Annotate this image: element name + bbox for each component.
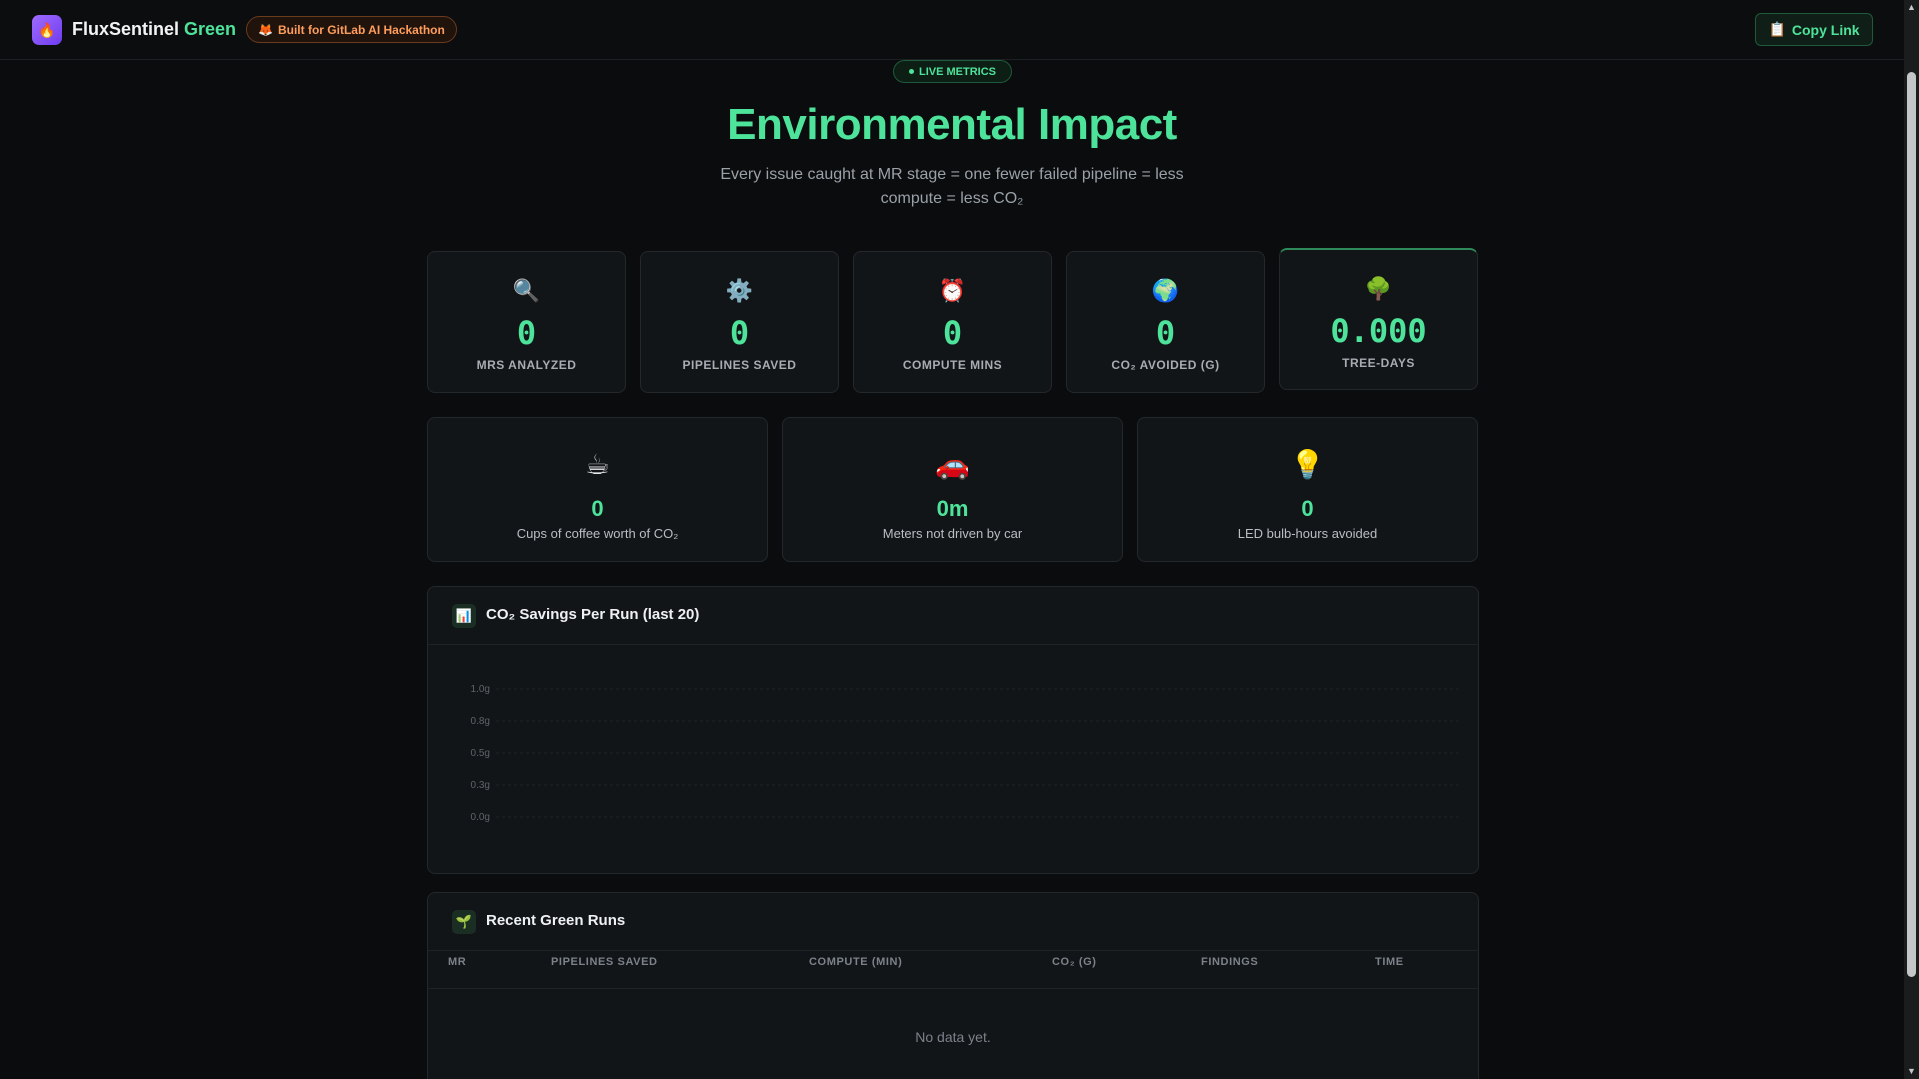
live-metrics-badge: LIVE METRICS	[893, 60, 1012, 83]
gear-icon: ⚙️	[725, 278, 754, 303]
live-metrics-label: LIVE METRICS	[918, 65, 996, 78]
globe-icon: 🌍	[1151, 278, 1180, 303]
stat-label: MRS ANALYZED	[476, 358, 577, 372]
stat-value: 0	[516, 314, 537, 352]
column-header-findings[interactable]: FINDINGS	[1201, 956, 1258, 968]
lightbulb-icon: 💡	[1290, 449, 1325, 480]
equiv-label: LED bulb-hours avoided	[1237, 526, 1378, 541]
scrollbar-thumb[interactable]	[1907, 72, 1916, 977]
fox-icon: 🦊	[258, 22, 273, 37]
brand-name[interactable]: FluxSentinel Green	[72, 19, 236, 40]
co2-chart-panel: 📊 CO₂ Savings Per Run (last 20) 0.0g 0.3g…	[427, 586, 1479, 874]
stat-card-co2-avoided: 🌍 0 CO₂ AVOIDED (G)	[1066, 251, 1265, 393]
equiv-card-car: 🚗 0m Meters not driven by car	[782, 417, 1123, 562]
recent-runs-panel: 🌱 Recent Green Runs MR PIPELINES SAVED C…	[427, 892, 1479, 1079]
tree-icon: 🌳	[1364, 276, 1393, 301]
magnifier-icon: 🔍	[512, 278, 541, 303]
equiv-label: Cups of coffee worth of CO₂	[516, 526, 679, 541]
stat-card-tree-days: 🌳 0.000 TREE-DAYS	[1279, 248, 1478, 390]
stat-card-compute-mins: ⏰ 0 COMPUTE MINS	[853, 251, 1052, 393]
copy-link-label: Copy Link	[1791, 21, 1860, 38]
clipboard-icon: 📋	[1768, 21, 1786, 37]
column-header-pipelines-saved[interactable]: PIPELINES SAVED	[551, 956, 658, 968]
copy-link-button[interactable]: 📋 Copy Link	[1755, 13, 1873, 46]
stat-value: 0.000	[1330, 312, 1427, 350]
empty-table-message: No data yet.	[915, 1029, 991, 1045]
scroll-up-arrow-icon[interactable]: ▲	[1906, 2, 1917, 13]
y-tick-label: 0.0g	[471, 812, 490, 823]
column-header-co2[interactable]: CO₂ (G)	[1052, 956, 1097, 968]
stat-label: PIPELINES SAVED	[682, 358, 797, 372]
equiv-label: Meters not driven by car	[882, 526, 1023, 541]
car-icon: 🚗	[935, 449, 970, 480]
runs-panel-header: 🌱 Recent Green Runs	[428, 893, 1478, 951]
column-header-time[interactable]: TIME	[1375, 956, 1404, 968]
stat-value: 0	[1155, 314, 1176, 352]
equiv-card-coffee: ☕ 0 Cups of coffee worth of CO₂	[427, 417, 768, 562]
brand-main: FluxSentinel	[72, 19, 180, 39]
equiv-value: 0	[591, 496, 604, 521]
flame-icon: 🔥	[38, 21, 56, 38]
equiv-value: 0	[1301, 496, 1314, 521]
stat-label: COMPUTE MINS	[902, 358, 1003, 372]
y-tick-label: 1.0g	[471, 684, 490, 695]
equiv-value: 0m	[936, 496, 969, 521]
table-header-divider	[428, 988, 1478, 989]
co2-savings-chart: 0.0g 0.3g 0.5g 0.8g 1.0g	[471, 684, 1458, 823]
bar-chart-icon: 📊	[452, 604, 476, 628]
brand-accent: Green	[184, 19, 237, 39]
page-subtitle: Every issue caught at MR stage = one few…	[720, 166, 1184, 207]
top-bar: 🔥 FluxSentinel Green 🦊 Built for GitLab …	[0, 0, 1904, 60]
equiv-card-led: 💡 0 LED bulb-hours avoided	[1137, 417, 1478, 562]
hackathon-badge: 🦊 Built for GitLab AI Hackathon	[246, 16, 457, 43]
alarm-clock-icon: ⏰	[938, 278, 967, 303]
scroll-down-arrow-icon[interactable]: ▼	[1906, 1066, 1917, 1077]
column-header-mr[interactable]: MR	[448, 956, 466, 968]
stat-card-pipelines-saved: ⚙️ 0 PIPELINES SAVED	[640, 251, 839, 393]
app-logo[interactable]: 🔥	[32, 15, 62, 45]
column-header-compute[interactable]: COMPUTE (MIN)	[809, 956, 902, 968]
stat-value: 0	[729, 314, 750, 352]
stat-label: CO₂ AVOIDED (G)	[1111, 358, 1220, 372]
runs-panel-title: Recent Green Runs	[486, 912, 626, 929]
chart-panel-header: 📊 CO₂ Savings Per Run (last 20)	[428, 587, 1478, 645]
coffee-icon: ☕	[584, 449, 611, 480]
stat-value: 0	[942, 314, 963, 352]
stat-card-mrs-analyzed: 🔍 0 MRS ANALYZED	[427, 251, 626, 393]
seedling-icon: 🌱	[452, 910, 476, 934]
page-title: Environmental Impact	[727, 100, 1177, 149]
hackathon-badge-label: Built for GitLab AI Hackathon	[277, 22, 445, 37]
chart-panel-title: CO₂ Savings Per Run (last 20)	[486, 606, 700, 623]
live-dot-icon	[908, 69, 914, 74]
stat-label: TREE-DAYS	[1342, 356, 1415, 370]
y-tick-label: 0.3g	[471, 780, 490, 791]
y-tick-label: 0.8g	[471, 716, 490, 727]
y-tick-label: 0.5g	[471, 748, 490, 759]
